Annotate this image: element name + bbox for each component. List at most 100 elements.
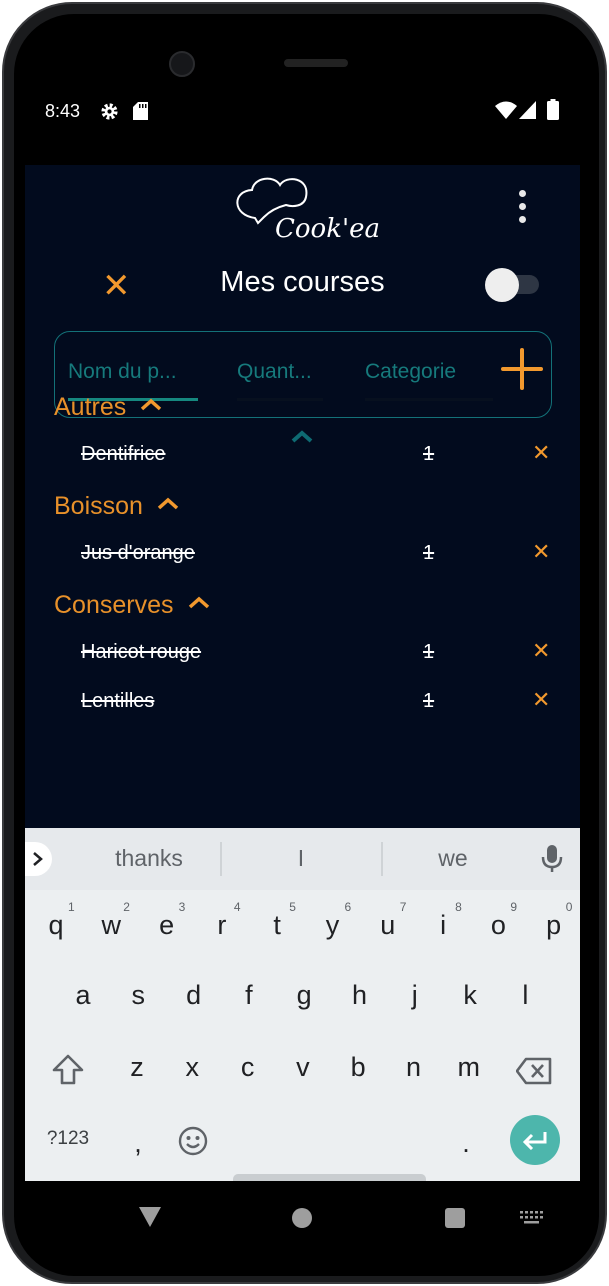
keyboard-switch-icon[interactable] xyxy=(520,1211,544,1225)
suggestion-bar: thanks I we xyxy=(25,828,580,890)
key-l[interactable]: l xyxy=(505,980,545,1011)
product-name-input[interactable]: Nom du p... xyxy=(68,360,177,384)
category-header[interactable]: Boisson xyxy=(54,492,179,521)
list-item-name[interactable]: Jus d'orange xyxy=(81,542,195,565)
cookeat-logo: Cook'eat xyxy=(236,177,380,243)
recents-icon[interactable] xyxy=(445,1208,465,1228)
chevron-up-icon[interactable] xyxy=(140,398,162,411)
list-item-quantity: 1 xyxy=(423,690,435,712)
divider xyxy=(381,842,383,876)
key-s[interactable]: s xyxy=(118,980,158,1011)
key-e[interactable]: e xyxy=(147,910,187,941)
category-name: Conserves xyxy=(54,591,174,619)
shopping-list-screen: Cook'eat ✕ Mes courses Nom du p... Quant… xyxy=(25,165,580,828)
collapse-form-chevron-icon[interactable] xyxy=(290,429,314,443)
key-n[interactable]: n xyxy=(394,1052,434,1083)
front-camera xyxy=(169,51,195,77)
svg-text:Cook'eat: Cook'eat xyxy=(275,214,380,243)
sd-card-icon xyxy=(133,102,148,120)
key-z[interactable]: z xyxy=(117,1052,157,1083)
key-q[interactable]: q xyxy=(36,910,76,941)
list-item-name[interactable]: Dentifrice xyxy=(81,443,165,466)
key-hint: 7 xyxy=(399,900,407,914)
key-hint: 4 xyxy=(233,900,241,914)
home-icon[interactable] xyxy=(292,1208,312,1228)
chevron-up-icon[interactable] xyxy=(157,497,179,510)
category-header[interactable]: Autres xyxy=(54,393,162,422)
quantity-input[interactable]: Quant... xyxy=(237,360,312,384)
shift-key-icon[interactable] xyxy=(51,1054,85,1086)
toggle-switch[interactable] xyxy=(485,268,540,302)
key-hint: 3 xyxy=(178,900,186,914)
key-f[interactable]: f xyxy=(229,980,269,1011)
microphone-icon[interactable] xyxy=(541,845,563,873)
suggestion[interactable]: we xyxy=(393,845,513,872)
delete-item-button[interactable]: ✕ xyxy=(532,540,550,565)
key-h[interactable]: h xyxy=(340,980,380,1011)
keyboard: thanks I we q1 w2 e3 r4 t5 y6 u7 i8 o9 p0 asdfghjk… xyxy=(25,828,580,1208)
back-icon[interactable] xyxy=(138,1206,162,1228)
category-input[interactable]: Categorie xyxy=(365,360,456,384)
screen: 8:43 Cook'eat ✕ Mes courses Nom du p... … xyxy=(25,78,580,1250)
symbols-key[interactable]: ?123 xyxy=(43,1128,93,1150)
key-t[interactable]: t xyxy=(257,910,297,941)
overflow-menu-button[interactable] xyxy=(515,190,529,230)
key-m[interactable]: m xyxy=(449,1052,489,1083)
key-o[interactable]: o xyxy=(478,910,518,941)
add-item-button[interactable] xyxy=(501,348,543,390)
key-hint: 2 xyxy=(123,900,130,914)
list-item-quantity: 1 xyxy=(423,443,435,465)
key-y[interactable]: y xyxy=(313,910,353,941)
list-item-quantity: 1 xyxy=(423,641,435,663)
list-item-name[interactable]: Lentilles xyxy=(81,690,154,713)
delete-item-button[interactable]: ✕ xyxy=(532,688,550,713)
key-a[interactable]: a xyxy=(63,980,103,1011)
category-name: Autres xyxy=(54,393,127,421)
status-time: 8:43 xyxy=(45,101,81,121)
key-v[interactable]: v xyxy=(283,1052,323,1083)
signal-icon xyxy=(519,101,536,119)
backspace-key-icon[interactable] xyxy=(516,1057,552,1085)
gear-icon xyxy=(101,103,118,120)
period-key[interactable]: . xyxy=(446,1128,486,1159)
key-c[interactable]: c xyxy=(228,1052,268,1083)
key-hint: 5 xyxy=(289,900,296,914)
category-name: Boisson xyxy=(54,492,143,520)
emoji-key-icon[interactable] xyxy=(178,1126,208,1156)
key-b[interactable]: b xyxy=(338,1052,378,1083)
suggestion[interactable]: I xyxy=(241,845,361,872)
chevron-right-icon xyxy=(33,852,43,866)
quantity-underline xyxy=(237,398,323,401)
key-d[interactable]: d xyxy=(174,980,214,1011)
key-r[interactable]: r xyxy=(202,910,242,941)
delete-item-button[interactable]: ✕ xyxy=(532,441,550,466)
category-underline xyxy=(365,398,493,401)
divider xyxy=(220,842,222,876)
key-hint: 8 xyxy=(455,900,462,914)
status-bar: 8:43 xyxy=(25,78,580,165)
list-item-name[interactable]: Haricot rouge xyxy=(81,641,201,664)
delete-item-button[interactable]: ✕ xyxy=(532,639,550,664)
key-hint: 9 xyxy=(510,900,518,914)
chevron-up-icon[interactable] xyxy=(188,596,210,609)
key-j[interactable]: j xyxy=(395,980,435,1011)
key-g[interactable]: g xyxy=(284,980,324,1011)
key-hint: 6 xyxy=(344,900,352,914)
earpiece xyxy=(284,59,348,67)
key-hint: 1 xyxy=(68,900,75,914)
comma-key[interactable]: , xyxy=(118,1128,158,1159)
list-item-quantity: 1 xyxy=(423,542,435,564)
expand-toolbar-button[interactable] xyxy=(25,842,52,876)
key-w[interactable]: w xyxy=(91,910,131,941)
enter-key[interactable] xyxy=(510,1115,560,1165)
key-p[interactable]: p xyxy=(534,910,574,941)
key-k[interactable]: k xyxy=(450,980,490,1011)
key-i[interactable]: i xyxy=(423,910,463,941)
key-u[interactable]: u xyxy=(368,910,408,941)
navigation-bar xyxy=(25,1181,580,1250)
wifi-icon xyxy=(495,101,517,119)
suggestion[interactable]: thanks xyxy=(89,845,209,872)
key-x[interactable]: x xyxy=(172,1052,212,1083)
category-header[interactable]: Conserves xyxy=(54,591,210,620)
enter-arrow-icon xyxy=(522,1132,547,1150)
